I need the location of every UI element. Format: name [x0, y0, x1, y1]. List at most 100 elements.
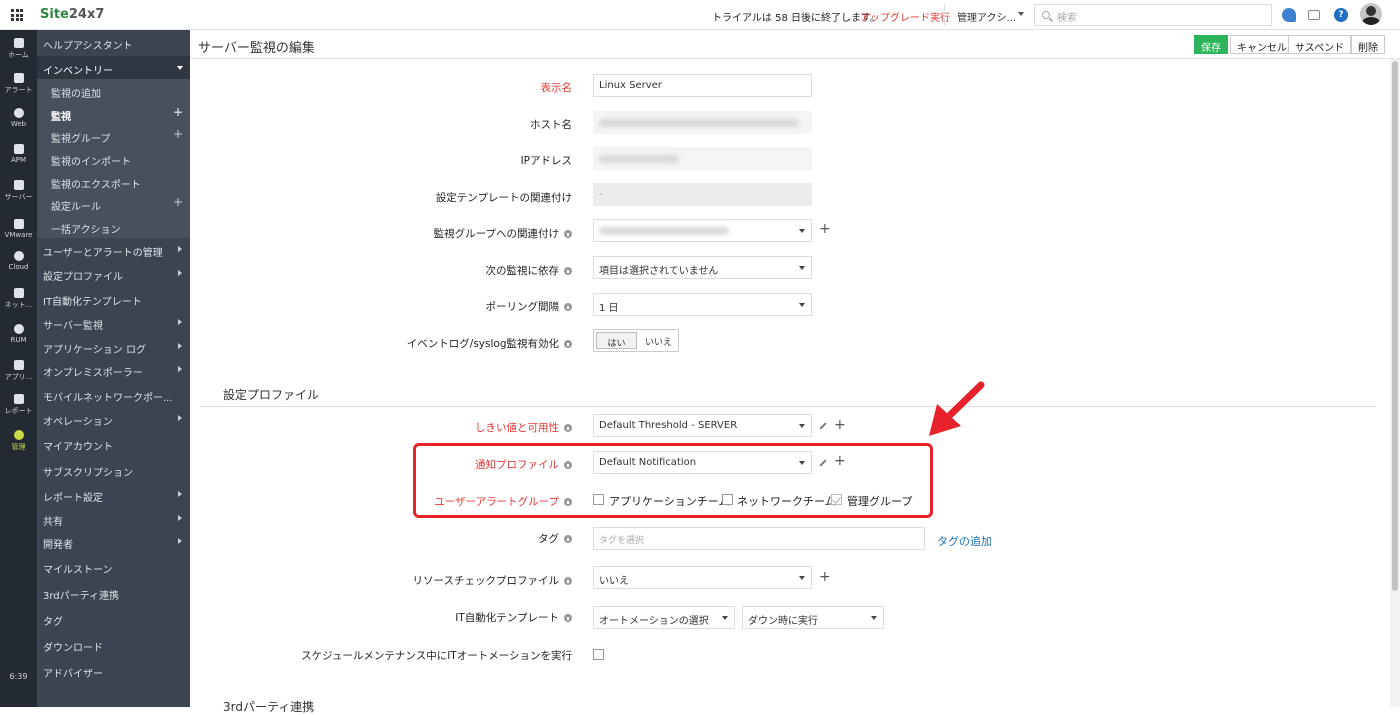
rail-rum[interactable]: RUM [0, 324, 37, 360]
info-icon[interactable] [564, 303, 572, 311]
plus-icon[interactable]: + [173, 127, 183, 141]
nav-users-alerts[interactable]: ユーザーとアラートの管理 [37, 238, 190, 261]
nav-download[interactable]: ダウンロード [37, 633, 190, 656]
nav-operations[interactable]: オペレーション [37, 407, 190, 430]
plus-icon[interactable]: + [173, 195, 183, 209]
nav-third-party[interactable]: 3rdパーティ連携 [37, 581, 190, 604]
plus-icon[interactable]: + [173, 105, 183, 119]
nav-mobile-network-poller[interactable]: モバイルネットワークポー... [37, 383, 190, 406]
upgrade-link[interactable]: アップグレード実行 [860, 9, 950, 24]
nav-milestone[interactable]: マイルストーン [37, 555, 190, 578]
add-group-plus-icon[interactable]: + [819, 221, 831, 237]
nav-subscription[interactable]: サブスクリプション [37, 458, 190, 481]
nav-add-monitor[interactable]: 監視の追加 [37, 79, 190, 102]
chat-icon[interactable] [1308, 10, 1320, 20]
host-name-field[interactable] [593, 111, 812, 134]
eventlog-no-option[interactable]: いいえ [639, 330, 678, 351]
nav-inventory[interactable]: インベントリー [37, 56, 190, 79]
display-name-field[interactable]: Linux Server [593, 74, 812, 97]
nav-app-log-label: アプリケーション ログ [43, 345, 146, 356]
scrollbar-thumb[interactable] [1392, 61, 1398, 591]
info-icon[interactable] [564, 535, 572, 543]
admin-actions-dropdown[interactable]: 管理アクシ... [944, 4, 1030, 26]
site24x7-logo[interactable]: Site24x7 [40, 7, 104, 22]
info-icon[interactable] [564, 424, 572, 432]
suspend-button[interactable]: サスペンド [1288, 35, 1352, 54]
avatar[interactable] [1360, 3, 1382, 25]
rail-network[interactable]: ネット... [0, 288, 37, 324]
nav-config-rules[interactable]: 設定ルール + [37, 192, 190, 215]
info-icon[interactable] [564, 267, 572, 275]
nav-milestone-label: マイルストーン [43, 565, 113, 576]
add-threshold-plus-icon[interactable]: + [834, 417, 846, 433]
edit-threshold-pencil-icon[interactable] [819, 422, 827, 430]
resource-check-select[interactable]: いいえ [593, 566, 812, 589]
nav-monitor-groups[interactable]: 監視グループ + [37, 124, 190, 147]
rail-vmware[interactable]: VMware [0, 219, 37, 255]
depends-on-label-text: 次の監視に依存 [485, 265, 560, 277]
nav-share[interactable]: 共有 [37, 507, 190, 530]
cancel-button[interactable]: キャンセル [1230, 35, 1294, 54]
rail-alert[interactable]: アラート [0, 73, 37, 109]
logo-prefix: Site [40, 7, 69, 22]
search-input[interactable]: 検索 [1034, 4, 1272, 26]
nav-help-assistant[interactable]: ヘルプアシスタント [37, 31, 190, 54]
rail-cloud[interactable]: Cloud [0, 251, 37, 287]
nav-advisor[interactable]: アドバイザー [37, 659, 190, 682]
save-button[interactable]: 保存 [1194, 35, 1228, 54]
nav-tags[interactable]: タグ [37, 607, 190, 630]
info-icon[interactable] [564, 614, 572, 622]
nav-app-log[interactable]: アプリケーション ログ [37, 335, 190, 358]
nav-developer[interactable]: 開発者 [37, 530, 190, 553]
it-automation-select[interactable]: オートメーションの選択 [593, 606, 735, 629]
tag-input[interactable]: タグを選択 [593, 527, 925, 550]
redacted-ip [599, 155, 679, 163]
admin-actions-label: 管理アクシ... [957, 13, 1017, 24]
info-icon[interactable] [564, 340, 572, 348]
info-icon[interactable] [564, 230, 572, 238]
nav-it-automation[interactable]: IT自動化テンプレート [37, 287, 190, 310]
eventlog-yes-option[interactable]: はい [596, 332, 637, 349]
nav-bulk-actions[interactable]: 一括アクション [37, 215, 190, 238]
monitor-group-label: 監視グループへの関連付け [192, 226, 572, 241]
rail-web[interactable]: Web [0, 108, 37, 144]
nav-export-monitors[interactable]: 監視のエクスポート [37, 170, 190, 193]
nav-import-monitors[interactable]: 監視のインポート [37, 147, 190, 170]
threshold-select[interactable]: Default Threshold - SERVER [593, 414, 812, 437]
add-resource-plus-icon[interactable]: + [819, 569, 831, 585]
rail-application[interactable]: アプリ... [0, 360, 37, 396]
page-scrollbar[interactable] [1390, 59, 1400, 707]
ip-address-field[interactable] [593, 147, 812, 170]
polling-interval-select[interactable]: 1 日 [593, 293, 812, 316]
chevron-right-icon [178, 415, 182, 421]
nav-server-monitor[interactable]: サーバー監視 [37, 311, 190, 334]
depends-on-label: 次の監視に依存 [192, 263, 572, 278]
rail-apm[interactable]: APM [0, 144, 37, 180]
depends-on-select[interactable]: 項目は選択されていません [593, 256, 812, 279]
rail-server[interactable]: サーバー [0, 180, 37, 216]
add-tag-link[interactable]: タグの追加 [937, 533, 992, 549]
nav-onprem-poller[interactable]: オンプレミスポーラー [37, 358, 190, 381]
section-title-config-profiles: 設定プロファイル [223, 388, 320, 402]
it-automation-trigger-select[interactable]: ダウン時に実行 [742, 606, 884, 629]
monitor-group-select[interactable] [593, 219, 812, 242]
rail-home[interactable]: ホーム [0, 38, 37, 74]
rail-admin[interactable]: 管理 [0, 430, 37, 466]
help-icon[interactable]: ? [1334, 8, 1348, 22]
nav-my-account-label: マイアカウント [43, 442, 113, 453]
notification-icon[interactable] [1282, 8, 1296, 22]
nav-monitors[interactable]: 監視 + [37, 102, 190, 125]
it-automation-label: IT自動化テンプレート [192, 610, 572, 625]
rail-report[interactable]: レポート [0, 394, 37, 430]
nav-config-rules-label: 設定ルール [51, 202, 101, 213]
nav-report-settings[interactable]: レポート設定 [37, 483, 190, 506]
maintenance-automation-checkbox[interactable] [593, 649, 604, 660]
info-icon[interactable] [564, 577, 572, 585]
nav-my-account[interactable]: マイアカウント [37, 432, 190, 455]
clock-time: 6:39 [9, 672, 28, 681]
nav-config-profiles[interactable]: 設定プロファイル [37, 262, 190, 285]
eventlog-toggle[interactable]: はい いいえ [593, 329, 679, 352]
apps-grid-icon[interactable] [11, 9, 23, 21]
nav-developer-label: 開発者 [43, 540, 73, 551]
delete-button[interactable]: 削除 [1351, 35, 1385, 54]
